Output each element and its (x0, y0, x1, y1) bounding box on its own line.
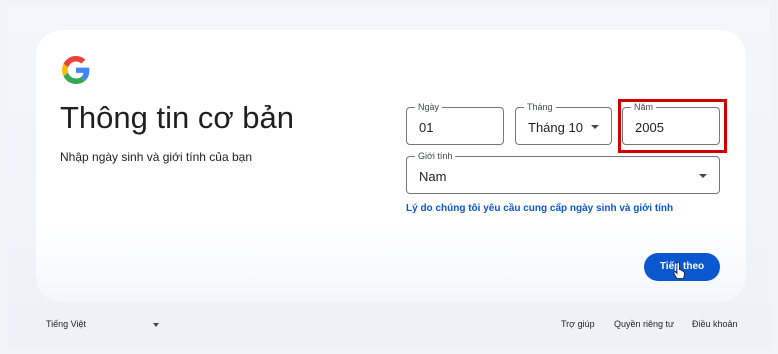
hand-cursor-icon (673, 262, 685, 279)
terms-link[interactable]: Điều khoản (692, 319, 738, 329)
day-field-value[interactable]: 01 (419, 120, 433, 135)
day-field[interactable]: Ngày 01 (406, 101, 504, 145)
language-selector[interactable]: Tiếng Việt (46, 319, 86, 329)
month-select-value[interactable]: Tháng 10 (528, 120, 583, 135)
page-subtitle: Nhập ngày sinh và giới tính của bạn (60, 150, 252, 164)
month-select[interactable]: Tháng Tháng 10 (515, 101, 612, 145)
month-select-label: Tháng (524, 101, 556, 113)
gender-select-label: Giới tính (415, 150, 456, 162)
google-logo (62, 56, 90, 84)
year-highlight-box (618, 99, 727, 153)
privacy-link[interactable]: Quyền riêng tư (614, 319, 674, 329)
why-birthday-gender-link[interactable]: Lý do chúng tôi yêu cầu cung cấp ngày si… (406, 203, 673, 214)
chevron-down-icon[interactable] (699, 174, 707, 178)
chevron-down-icon[interactable] (153, 323, 159, 327)
page-title: Thông tin cơ bản (60, 100, 295, 135)
gender-select[interactable]: Giới tính Nam (406, 150, 720, 194)
day-field-label: Ngày (415, 101, 443, 113)
chevron-down-icon[interactable] (591, 125, 599, 129)
gender-select-value[interactable]: Nam (419, 169, 446, 184)
help-link[interactable]: Trợ giúp (561, 319, 595, 329)
